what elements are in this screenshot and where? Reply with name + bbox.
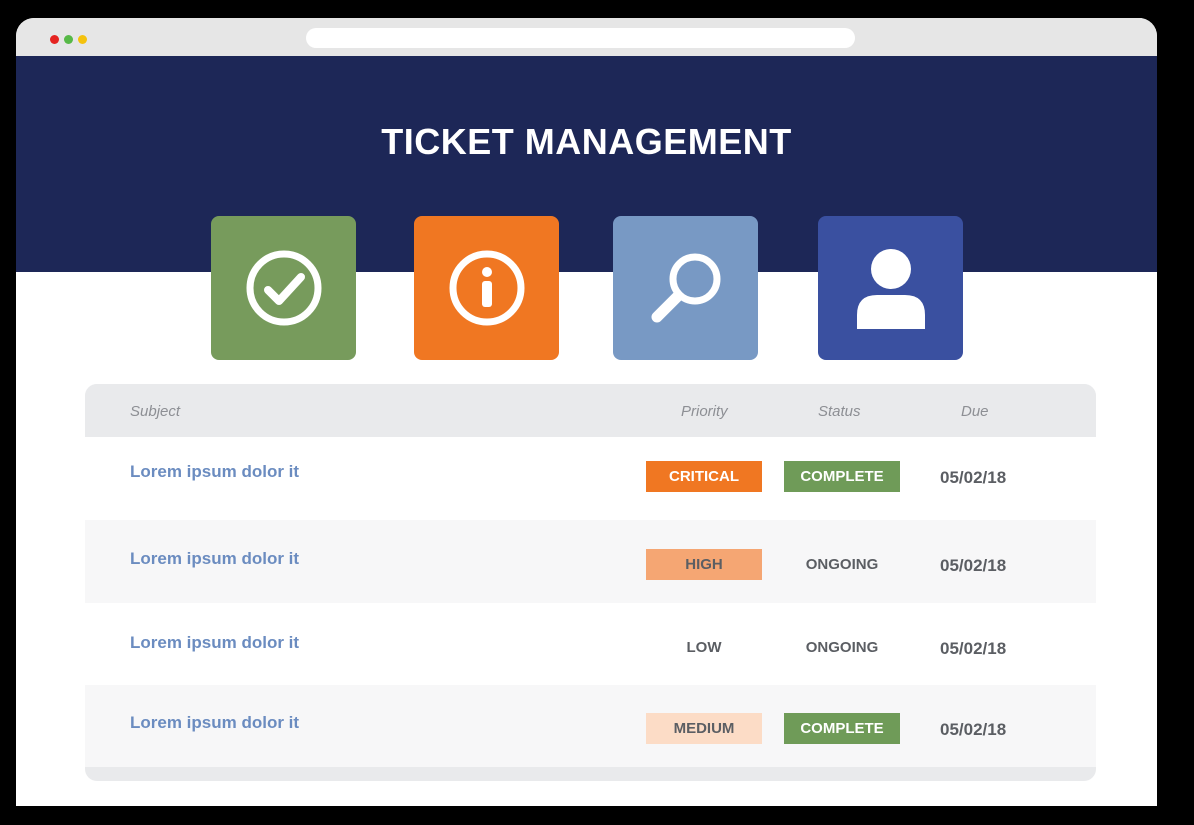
priority-badge: CRITICAL [646, 461, 762, 492]
minimize-window-dot[interactable] [64, 35, 73, 44]
column-header-priority[interactable]: Priority [681, 403, 728, 420]
table-row[interactable]: Lorem ipsum dolor it LOW ONGOING 05/02/1… [85, 603, 1096, 685]
column-header-subject[interactable]: Subject [130, 403, 180, 420]
due-date: 05/02/18 [940, 556, 1007, 575]
table-row[interactable]: Lorem ipsum dolor it MEDIUM COMPLETE 05/… [85, 685, 1096, 767]
status-badge: COMPLETE [784, 713, 900, 744]
column-header-status[interactable]: Status [818, 403, 861, 420]
header-banner [16, 56, 1157, 272]
ticket-subject-link[interactable]: Lorem ipsum dolor it [130, 633, 299, 653]
table-row[interactable]: Lorem ipsum dolor it CRITICAL COMPLETE 0… [85, 437, 1096, 520]
search-icon [651, 253, 720, 323]
status-label: ONGOING [805, 556, 879, 573]
ticket-subject-link[interactable]: Lorem ipsum dolor it [130, 713, 299, 733]
ticket-subject-link[interactable]: Lorem ipsum dolor it [130, 549, 299, 569]
browser-chrome [16, 18, 1157, 56]
priority-label: LOW [686, 639, 722, 656]
tile-info[interactable] [414, 216, 559, 360]
close-window-dot[interactable] [50, 35, 59, 44]
page-title: TICKET MANAGEMENT [381, 121, 792, 162]
status-badge: COMPLETE [784, 461, 900, 492]
info-icon [449, 250, 524, 326]
column-header-due[interactable]: Due [961, 403, 989, 420]
ticket-table: Subject Priority Status Due Lorem ipsum … [85, 384, 1096, 781]
due-date: 05/02/18 [940, 468, 1007, 487]
priority-badge: MEDIUM [646, 713, 762, 744]
user-icon [856, 249, 925, 329]
due-date: 05/02/18 [940, 639, 1007, 658]
ticket-subject-link[interactable]: Lorem ipsum dolor it [130, 462, 299, 482]
priority-badge: HIGH [646, 549, 762, 580]
address-bar[interactable] [306, 28, 855, 48]
status-label: ONGOING [805, 639, 879, 656]
browser-window: TICKET MANAGEMENT Subject Priority Statu… [16, 18, 1157, 806]
table-header: Subject Priority Status Due [85, 384, 1096, 437]
tile-user[interactable] [818, 216, 963, 360]
table-row[interactable]: Lorem ipsum dolor it HIGH ONGOING 05/02/… [85, 520, 1096, 603]
tile-complete[interactable] [211, 216, 356, 360]
due-date: 05/02/18 [940, 720, 1007, 739]
tile-search[interactable] [613, 216, 758, 360]
check-circle-icon [246, 250, 321, 326]
maximize-window-dot[interactable] [78, 35, 87, 44]
